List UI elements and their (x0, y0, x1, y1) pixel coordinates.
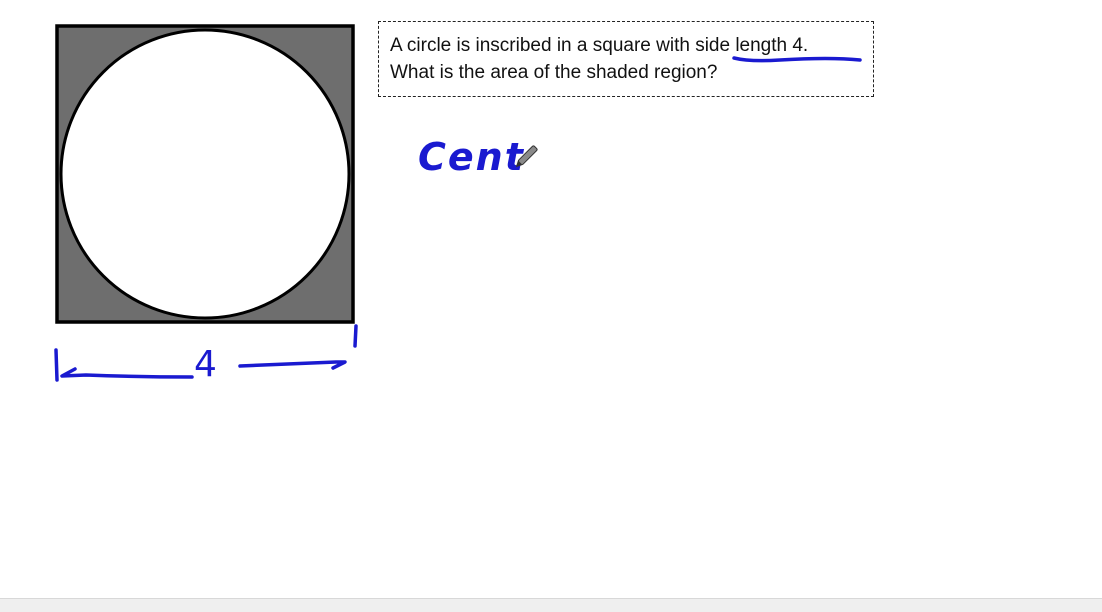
side-length-label: 4 (194, 344, 217, 385)
right-tick (353, 324, 358, 348)
problem-line-2: What is the area of the shaded region? (390, 62, 718, 83)
left-tick (54, 348, 59, 382)
inscribed-circle (59, 28, 351, 320)
right-arrow-line (238, 360, 347, 370)
bottom-toolbar-strip (0, 598, 1102, 612)
left-arrow-line (60, 367, 194, 379)
handwritten-work-text: Cent (418, 135, 525, 179)
problem-line-1: A circle is inscribed in a square with s… (390, 35, 809, 56)
problem-statement-box: A circle is inscribed in a square with s… (378, 21, 874, 97)
